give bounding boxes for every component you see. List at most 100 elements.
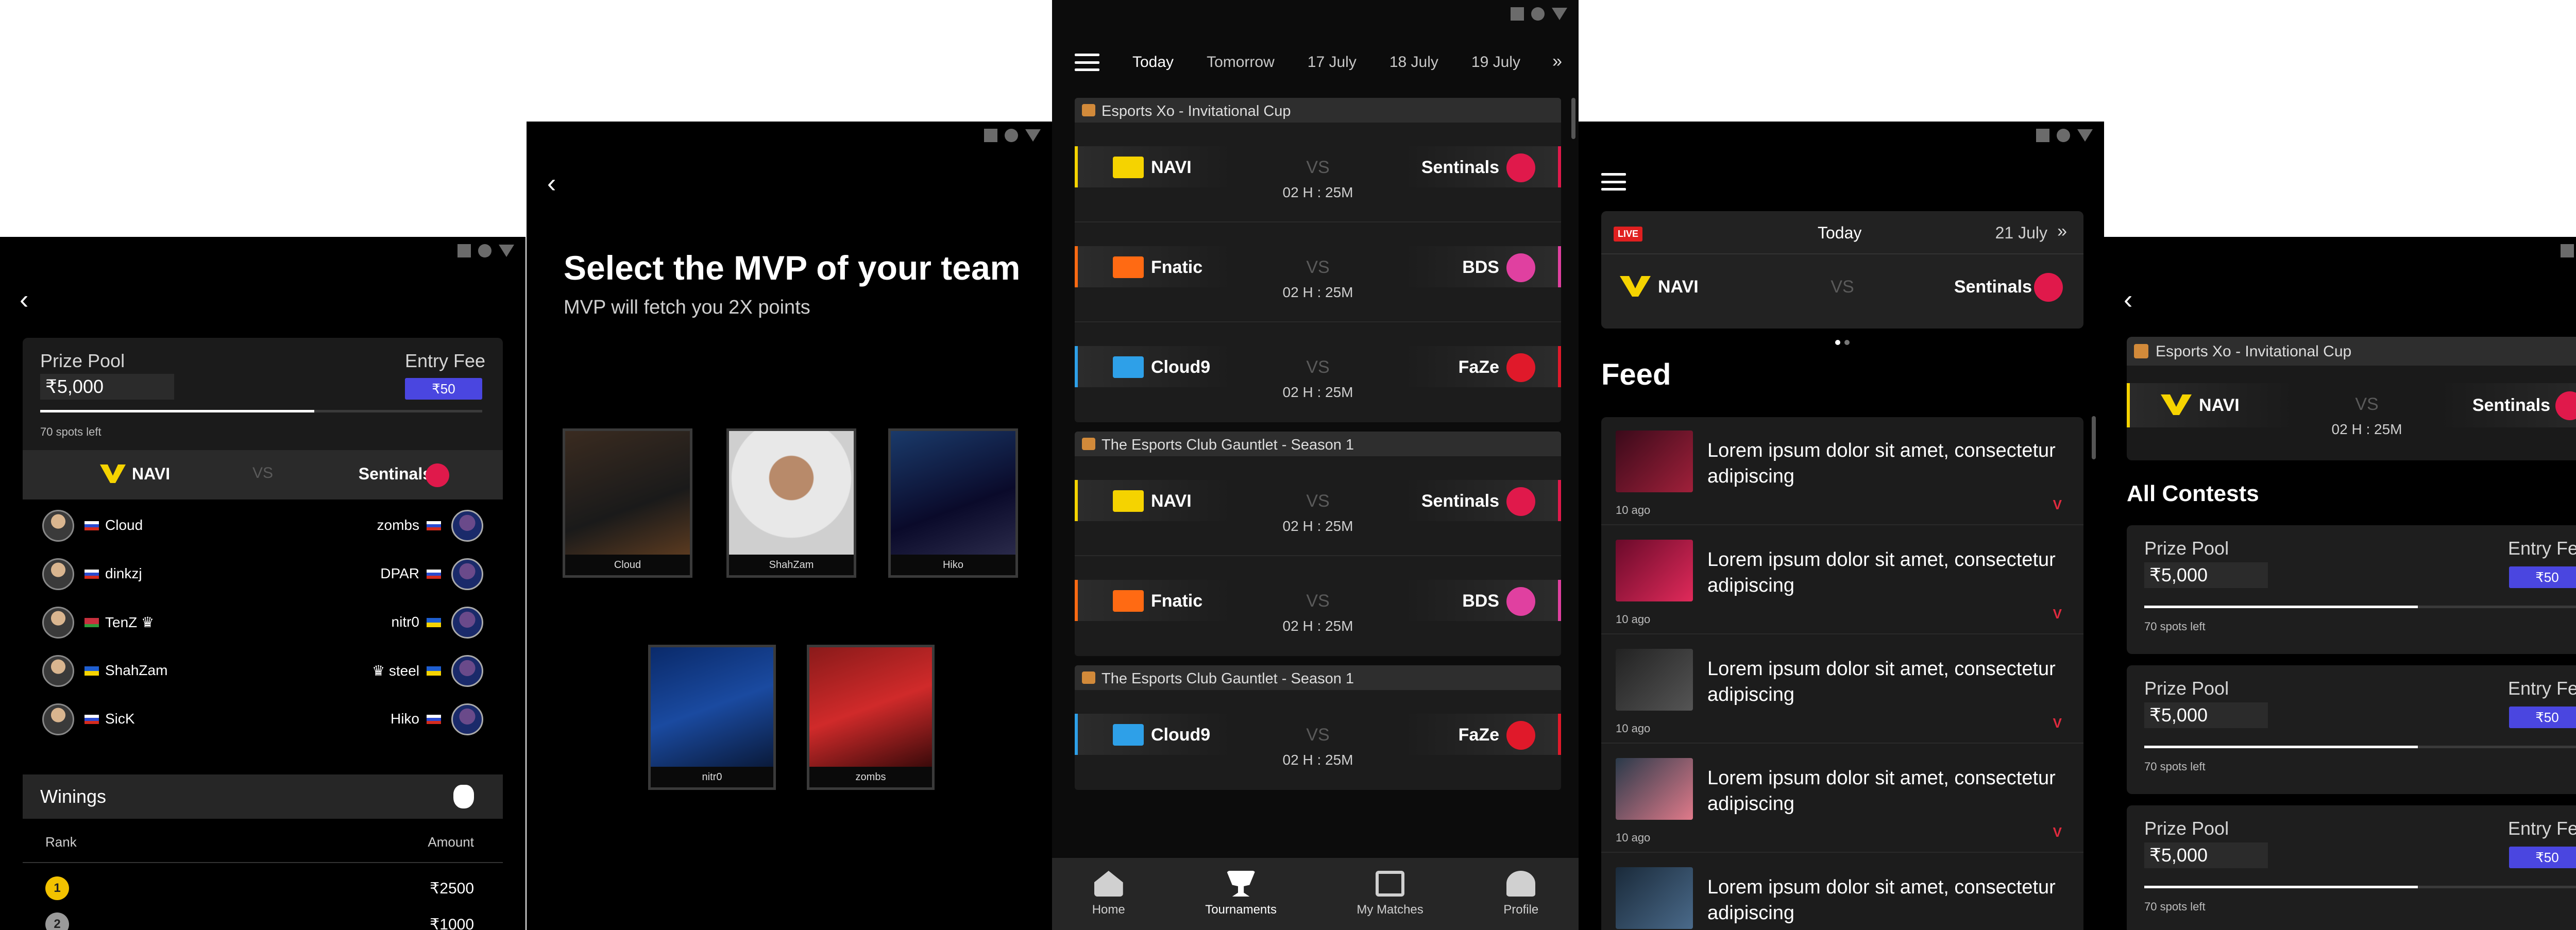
feed-item[interactable]: Lorem ipsum dolor sit amet, consectetur … [1601, 635, 2083, 744]
triangle-icon[interactable] [499, 245, 514, 257]
player-avatar[interactable] [42, 607, 74, 639]
mvp-card-5[interactable]: zombs [807, 645, 935, 790]
nav-tournaments[interactable]: Tournaments [1205, 871, 1277, 917]
team-right-name: Sentinals [1954, 277, 2032, 297]
player-avatar[interactable] [451, 607, 483, 639]
tournament-header[interactable]: The Esports Club Gauntlet - Season 1 [1075, 432, 1561, 456]
player-avatar[interactable] [451, 703, 483, 735]
winnings-divider [23, 862, 503, 863]
bottom-nav: Home Tournaments My Matches Profile [1052, 858, 1579, 930]
nav-my-matches[interactable]: My Matches [1357, 871, 1423, 917]
player-avatar[interactable] [42, 558, 74, 590]
carousel-dots[interactable] [1835, 340, 1850, 345]
nav-label: Profile [1503, 903, 1539, 917]
triangle-icon[interactable] [1025, 129, 1041, 142]
back-chevron-icon[interactable]: ‹ [20, 286, 28, 313]
money-bag-icon[interactable] [453, 785, 474, 808]
team-left-name: Fnatic [1151, 257, 1203, 277]
scrollbar[interactable] [1571, 98, 1575, 139]
player-avatar[interactable] [42, 655, 74, 687]
feed-item[interactable]: Lorem ipsum dolor sit amet, consectetur … [1601, 417, 2083, 525]
menu-icon[interactable] [1075, 54, 1099, 71]
contest-card[interactable]: Prize Pool ₹5,000 Entry Fee ₹50 70 spots lef… [2127, 525, 2576, 654]
square-icon[interactable] [457, 244, 471, 257]
menu-icon[interactable] [1601, 173, 1626, 191]
entry-fee-button[interactable]: ₹50 [2509, 566, 2576, 588]
match-row[interactable]: NAVI VS 02 H : 25M Sentinals [1075, 123, 1561, 222]
mvp-card-4[interactable]: nitr0 [648, 645, 776, 790]
mvp-card-2[interactable]: ShahZam [726, 428, 856, 578]
circle-icon[interactable] [478, 244, 492, 257]
spots-progress-fill [2144, 886, 2418, 888]
match-row[interactable]: Cloud9 VS 02 H : 25M FaZe [1075, 322, 1561, 422]
square-icon[interactable] [984, 129, 997, 142]
match-row[interactable]: NAVI VS 02 H : 25M Sentinals [1075, 456, 1561, 556]
vs-label: VS [1306, 257, 1330, 277]
date-tabs: Today Tomorrow 17 July 18 July 19 July [1132, 54, 1520, 71]
date-tab[interactable]: 19 July [1471, 54, 1520, 71]
date-tab[interactable]: Tomorrow [1207, 54, 1275, 71]
player-photo [729, 431, 854, 555]
team-left-name: NAVI [2199, 395, 2240, 415]
live-match-card[interactable]: LIVE Today 21 July » NAVI VS Sentinals [1601, 211, 2083, 329]
match-row[interactable]: Fnatic VS 02 H : 25M BDS [1075, 556, 1561, 656]
player-avatar[interactable] [42, 703, 74, 735]
feed-item[interactable]: Lorem ipsum dolor sit amet, consectetur … [1601, 526, 2083, 634]
player-avatar[interactable] [42, 510, 74, 542]
player-flag [427, 570, 441, 579]
entry-fee-button[interactable]: ₹50 [405, 378, 482, 400]
player-photo [651, 647, 773, 767]
player-name: TenZ ♛ [105, 614, 155, 630]
navi-logo [1620, 276, 1651, 297]
match-row[interactable]: Cloud9 VS 02 H : 25M FaZe [1075, 690, 1561, 790]
circle-icon[interactable] [1005, 129, 1018, 142]
more-dates-icon[interactable]: » [1552, 51, 1562, 72]
date-tab[interactable]: 17 July [1308, 54, 1357, 71]
square-icon[interactable] [2561, 244, 2574, 257]
window-controls [457, 244, 514, 257]
player-flag [84, 715, 99, 724]
player-avatar[interactable] [451, 558, 483, 590]
player-avatar[interactable] [451, 510, 483, 542]
vs-label: VS [1306, 158, 1330, 177]
match-row[interactable]: NAVI VS Sentinals [23, 450, 503, 500]
prize-card[interactable]: Prize Pool ₹5,000 Entry Fee ₹50 70 spots… [23, 338, 503, 450]
date-tab[interactable]: 18 July [1389, 54, 1438, 71]
tournament-card: Esports Xo - Invitational Cup NAVI VS 02 H … [1075, 98, 1561, 422]
square-icon[interactable] [2036, 129, 2049, 142]
more-dates-icon[interactable]: » [2057, 221, 2067, 242]
feed-title: Lorem ipsum dolor sit amet, consectetur … [1707, 767, 2056, 815]
back-chevron-icon[interactable]: ‹ [2124, 286, 2132, 313]
vs-label: VS [1306, 725, 1330, 745]
match-card[interactable]: Esports Xo - Invitational Cup NAVI VS 02… [2127, 337, 2576, 460]
date-tab[interactable]: Today [1132, 54, 1174, 71]
nav-home[interactable]: Home [1092, 871, 1125, 917]
player-photo [809, 647, 932, 767]
entry-fee-button[interactable]: ₹50 [2509, 707, 2576, 728]
contest-card[interactable]: Prize Pool ₹5,000 Entry Fee ₹50 70 spots lef… [2127, 665, 2576, 794]
circle-icon[interactable] [1531, 7, 1545, 21]
feed-item[interactable]: Lorem ipsum dolor sit amet, consectetur … [1601, 745, 2083, 853]
feed-item[interactable]: Lorem ipsum dolor sit amet, consectetur … [1601, 854, 2083, 930]
square-icon[interactable] [1511, 7, 1524, 21]
player-flag [84, 618, 99, 627]
mvp-card-3[interactable]: Hiko [888, 428, 1018, 578]
match-row[interactable]: Fnatic VS 02 H : 25M BDS [1075, 222, 1561, 322]
tournament-icon [1082, 104, 1095, 116]
feed-time: 10 ago [1616, 504, 1651, 516]
triangle-icon[interactable] [2077, 129, 2093, 142]
nav-profile[interactable]: Profile [1503, 871, 1538, 917]
team-right-logo [1506, 353, 1535, 382]
entry-fee-button[interactable]: ₹50 [2509, 847, 2576, 868]
nav-label: Home [1092, 903, 1125, 917]
mvp-card-1[interactable]: Cloud [563, 428, 692, 578]
window-controls [984, 129, 1041, 142]
tournament-header[interactable]: The Esports Club Gauntlet - Season 1 [1075, 665, 1561, 690]
tournament-header[interactable]: Esports Xo - Invitational Cup [1075, 98, 1561, 123]
triangle-icon[interactable] [1552, 8, 1567, 20]
circle-icon[interactable] [2057, 129, 2070, 142]
contest-card[interactable]: Prize Pool ₹5,000 Entry Fee ₹50 70 spots lef… [2127, 805, 2576, 930]
back-chevron-icon[interactable]: ‹ [547, 170, 556, 197]
feed-scrollbar[interactable] [2092, 416, 2096, 459]
player-avatar[interactable] [451, 655, 483, 687]
